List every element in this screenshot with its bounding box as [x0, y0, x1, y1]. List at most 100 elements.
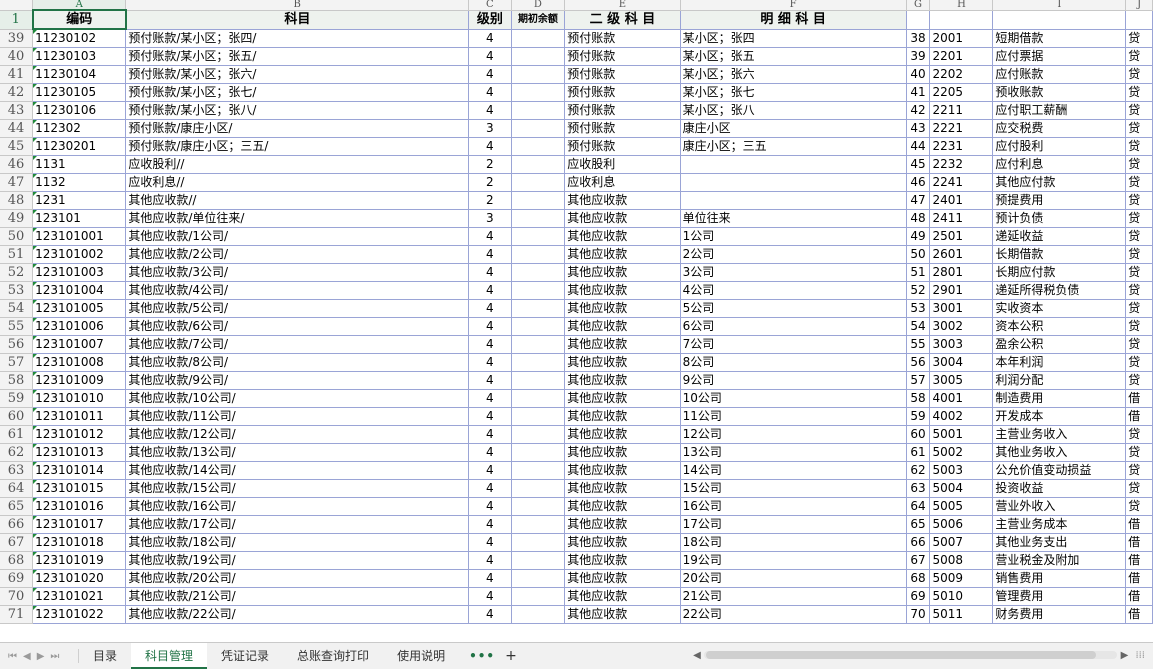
cell-b[interactable]: 其他应收款/22公司/ [125, 605, 470, 624]
cell-f[interactable]: 康庄小区 [680, 119, 907, 138]
cell-b[interactable]: 其他应收款/6公司/ [125, 317, 470, 336]
cell-i[interactable]: 应付股利 [992, 137, 1127, 156]
cell-j[interactable]: 贷 [1125, 245, 1153, 264]
cell-a[interactable]: 1231 [32, 191, 127, 210]
cell-b[interactable]: 其他应收款/3公司/ [125, 263, 470, 282]
cell-e[interactable]: 预付账款 [564, 47, 681, 66]
cell-e[interactable]: 预付账款 [564, 119, 681, 138]
row-number[interactable]: 50 [0, 227, 34, 246]
resize-grip-icon[interactable]: ⁞⁞⁞ [1135, 650, 1145, 661]
cell-a[interactable]: 123101021 [32, 587, 127, 606]
cell-j[interactable]: 贷 [1125, 173, 1153, 192]
column-header-g[interactable]: G [906, 0, 931, 11]
first-sheet-icon[interactable]: ⏮ [8, 651, 17, 662]
cell-e[interactable]: 预付账款 [564, 83, 681, 102]
cell-j[interactable]: 贷 [1125, 497, 1153, 516]
cell-h[interactable]: 2501 [929, 227, 994, 246]
cell-a[interactable]: 1132 [32, 173, 127, 192]
cell-i[interactable]: 其他应付款 [992, 173, 1127, 192]
cell-a[interactable]: 11230102 [32, 29, 127, 48]
cell-g[interactable]: 42 [906, 101, 931, 120]
row-number[interactable]: 57 [0, 353, 34, 372]
cell-h[interactable]: 3002 [929, 317, 994, 336]
cell-c[interactable]: 4 [468, 479, 512, 498]
cell-e[interactable]: 其他应收款 [564, 497, 681, 516]
cell-j[interactable]: 贷 [1125, 443, 1153, 462]
cell-j[interactable]: 贷 [1125, 191, 1153, 210]
cell-c[interactable]: 4 [468, 335, 512, 354]
cell-a[interactable]: 123101016 [32, 497, 127, 516]
cell-b[interactable]: 其他应收款/15公司/ [125, 479, 470, 498]
cell-i[interactable]: 投资收益 [992, 479, 1127, 498]
cell-i[interactable]: 预计负债 [992, 209, 1127, 228]
cell-e[interactable]: 预付账款 [564, 101, 681, 120]
cell-d[interactable] [511, 29, 566, 48]
cell-f[interactable]: 14公司 [680, 461, 907, 480]
cell-h[interactable]: 3004 [929, 353, 994, 372]
cell-i[interactable]: 盈余公积 [992, 335, 1127, 354]
cell-a[interactable]: 11230106 [32, 101, 127, 120]
cell-b[interactable]: 预付账款/某小区；张八/ [125, 101, 470, 120]
cell-j[interactable]: 贷 [1125, 263, 1153, 282]
column-header-e[interactable]: E [564, 0, 681, 11]
row-number[interactable]: 60 [0, 407, 34, 426]
cell-d[interactable] [511, 605, 566, 624]
cell-h[interactable]: 5008 [929, 551, 994, 570]
cell-i[interactable]: 长期借款 [992, 245, 1127, 264]
cell-d[interactable] [511, 425, 566, 444]
cell-c[interactable]: 4 [468, 281, 512, 300]
cell-d[interactable] [511, 515, 566, 534]
cell-d[interactable] [511, 569, 566, 588]
cell-i1[interactable] [992, 10, 1127, 30]
cell-a[interactable]: 123101007 [32, 335, 127, 354]
cell-g[interactable]: 59 [906, 407, 931, 426]
last-sheet-icon[interactable]: ⏭ [50, 651, 59, 662]
cell-b[interactable]: 预付账款/康庄小区；三五/ [125, 137, 470, 156]
cell-a[interactable]: 11230105 [32, 83, 127, 102]
cell-f[interactable]: 3公司 [680, 263, 907, 282]
cell-g[interactable]: 50 [906, 245, 931, 264]
scroll-track[interactable] [704, 651, 1118, 659]
tab-voucher-records[interactable]: 凭证记录 [207, 643, 283, 669]
cell-f[interactable]: 单位往来 [680, 209, 907, 228]
cell-c[interactable]: 4 [468, 137, 512, 156]
cell-e[interactable]: 其他应收款 [564, 515, 681, 534]
cell-j[interactable]: 借 [1125, 407, 1153, 426]
cell-e[interactable]: 其他应收款 [564, 605, 681, 624]
row-number[interactable]: 70 [0, 587, 34, 606]
cell-b[interactable]: 应收股利// [125, 155, 470, 174]
cell-a[interactable]: 123101001 [32, 227, 127, 246]
cell-e[interactable]: 其他应收款 [564, 533, 681, 552]
cell-j[interactable]: 借 [1125, 587, 1153, 606]
cell-i[interactable]: 营业外收入 [992, 497, 1127, 516]
cell-j[interactable]: 借 [1125, 389, 1153, 408]
cell-h[interactable]: 2211 [929, 101, 994, 120]
cell-c[interactable]: 4 [468, 389, 512, 408]
cell-e[interactable]: 预付账款 [564, 29, 681, 48]
cell-c[interactable]: 4 [468, 407, 512, 426]
cell-g[interactable]: 44 [906, 137, 931, 156]
cell-e[interactable]: 其他应收款 [564, 443, 681, 462]
cell-f[interactable]: 8公司 [680, 353, 907, 372]
row-number[interactable]: 49 [0, 209, 34, 228]
cell-f[interactable] [680, 191, 907, 210]
cell-f[interactable]: 某小区；张七 [680, 83, 907, 102]
cell-a[interactable]: 123101006 [32, 317, 127, 336]
cell-d[interactable] [511, 47, 566, 66]
row-number[interactable]: 68 [0, 551, 34, 570]
cell-j[interactable]: 贷 [1125, 425, 1153, 444]
cell-h[interactable]: 2201 [929, 47, 994, 66]
scroll-thumb[interactable] [706, 651, 1096, 659]
cell-e[interactable]: 其他应收款 [564, 227, 681, 246]
cell-i[interactable]: 利润分配 [992, 371, 1127, 390]
cell-j[interactable]: 贷 [1125, 47, 1153, 66]
cell-e[interactable]: 应收股利 [564, 155, 681, 174]
cell-h[interactable]: 2202 [929, 65, 994, 84]
cell-j[interactable]: 借 [1125, 605, 1153, 624]
cell-g[interactable]: 66 [906, 533, 931, 552]
cell-i[interactable]: 公允价值变动损益 [992, 461, 1127, 480]
select-all-corner[interactable] [0, 0, 34, 11]
tab-instructions[interactable]: 使用说明 [383, 643, 459, 669]
header-second-level-cell[interactable]: 二 级 科 目 [564, 10, 681, 30]
cell-j[interactable]: 贷 [1125, 281, 1153, 300]
